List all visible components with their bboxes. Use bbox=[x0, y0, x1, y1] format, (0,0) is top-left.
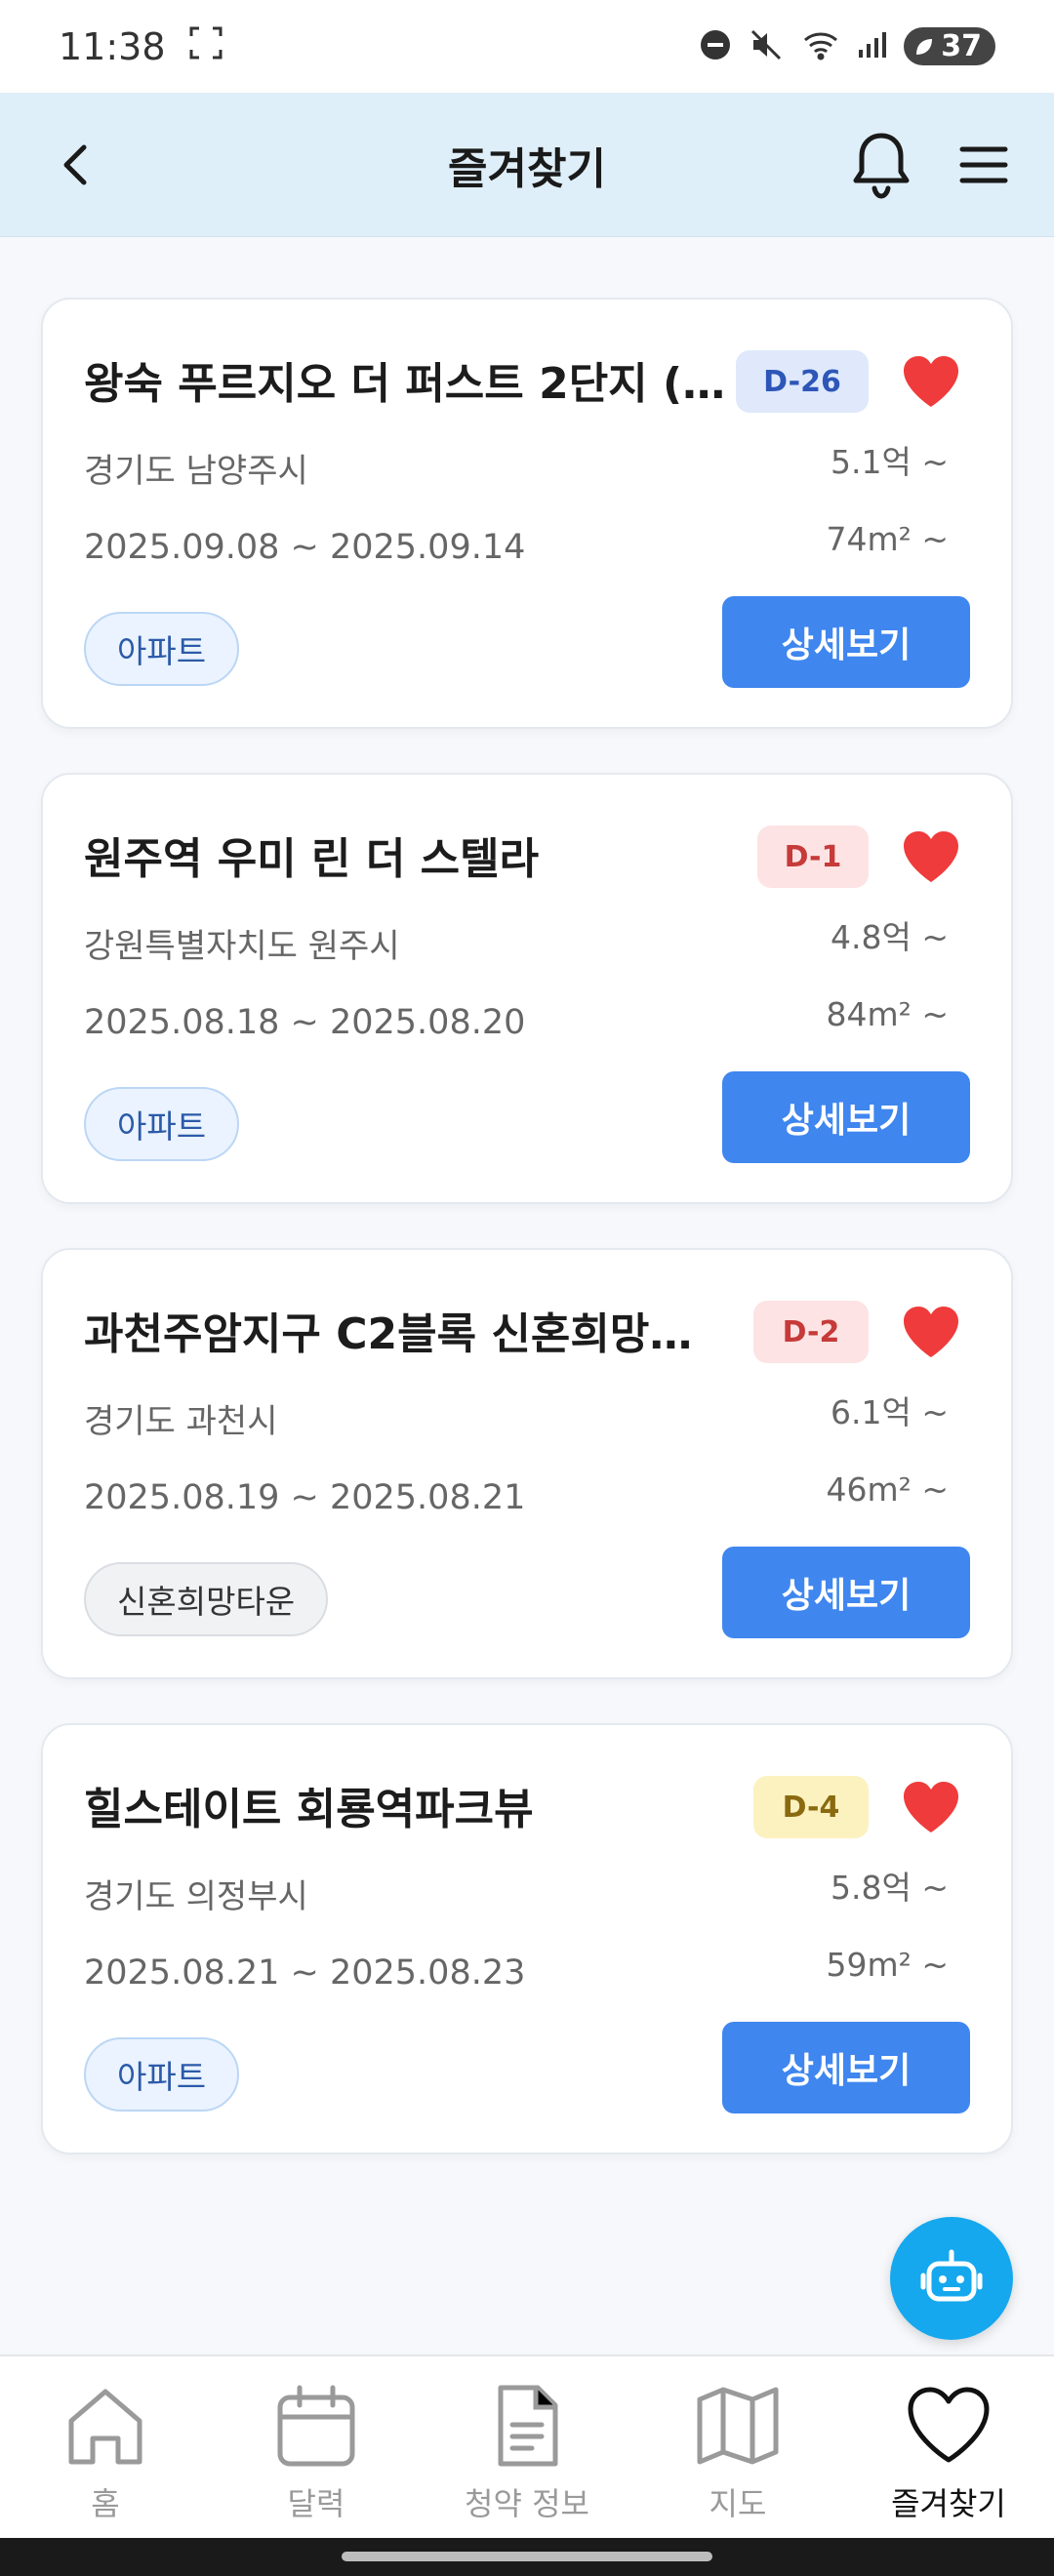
type-tag: 신혼희망타운 bbox=[84, 1562, 329, 1636]
favorite-heart-button[interactable] bbox=[900, 1778, 962, 1836]
app-header: 즐겨찾기 bbox=[0, 93, 1054, 237]
menu-button[interactable] bbox=[954, 136, 1013, 194]
favorite-heart-button[interactable] bbox=[900, 1303, 962, 1361]
screenshot-frame-icon bbox=[189, 25, 223, 68]
period-text: 2025.08.18 ~ 2025.08.20 bbox=[84, 1003, 526, 1042]
back-button[interactable] bbox=[49, 136, 107, 194]
document-icon bbox=[498, 2385, 558, 2467]
status-time: 11:38 bbox=[59, 24, 166, 68]
nav-label: 홈 bbox=[91, 2485, 120, 2522]
detail-button[interactable]: 상세보기 bbox=[722, 1071, 970, 1163]
region-text: 경기도 남양주시 bbox=[84, 452, 308, 491]
region-text: 경기도 의정부시 bbox=[84, 1877, 308, 1916]
card-title: 원주역 우미 린 더 스텔라 bbox=[84, 834, 540, 884]
home-icon bbox=[68, 2389, 142, 2465]
battery-level: 37 bbox=[941, 29, 982, 63]
calendar-icon bbox=[277, 2385, 355, 2467]
bottom-navigation: 홈 달력 청약 정보 지도 즐겨찾기 bbox=[0, 2355, 1054, 2538]
region-text: 강원특별자치도 원주시 bbox=[84, 927, 400, 966]
heart-filled-icon bbox=[904, 356, 958, 407]
dnd-icon bbox=[699, 28, 732, 65]
favorite-card: 과천주암지구 C2블록 신혼희망타운 D-2 경기도 과천시 6.1억 ~ 20… bbox=[41, 1248, 1013, 1679]
nav-subscription-info[interactable]: 청약 정보 bbox=[422, 2356, 632, 2538]
wifi-icon bbox=[802, 29, 839, 64]
dday-badge: D-2 bbox=[753, 1301, 869, 1363]
nav-label: 달력 bbox=[287, 2485, 345, 2522]
price-text: 4.8억 ~ bbox=[831, 918, 949, 956]
detail-button[interactable]: 상세보기 bbox=[722, 596, 970, 688]
period-text: 2025.08.21 ~ 2025.08.23 bbox=[84, 1953, 526, 1992]
chatbot-button[interactable] bbox=[890, 2217, 1013, 2340]
region-text: 경기도 과천시 bbox=[84, 1402, 278, 1441]
home-gesture-handle[interactable] bbox=[342, 2552, 712, 2561]
signal-icon bbox=[857, 30, 887, 63]
card-title: 왕숙 푸르지오 더 퍼스트 2단지 (3-4... bbox=[84, 359, 728, 409]
nav-home[interactable]: 홈 bbox=[0, 2356, 211, 2538]
favorite-heart-button[interactable] bbox=[900, 352, 962, 411]
map-icon bbox=[697, 2387, 779, 2465]
card-title: 과천주암지구 C2블록 신혼희망타운 bbox=[84, 1309, 728, 1359]
price-text: 5.8억 ~ bbox=[831, 1869, 949, 1907]
hamburger-menu-icon bbox=[959, 146, 1008, 183]
nav-map[interactable]: 지도 bbox=[632, 2356, 843, 2538]
nav-label: 청약 정보 bbox=[465, 2485, 589, 2522]
favorite-heart-button[interactable] bbox=[900, 827, 962, 886]
price-text: 6.1억 ~ bbox=[831, 1393, 949, 1431]
heart-filled-icon bbox=[904, 831, 958, 882]
favorite-card: 원주역 우미 린 더 스텔라 D-1 강원특별자치도 원주시 4.8억 ~ 20… bbox=[41, 773, 1013, 1204]
leaf-icon bbox=[916, 38, 933, 55]
detail-button[interactable]: 상세보기 bbox=[722, 2022, 970, 2113]
mute-icon bbox=[750, 28, 785, 65]
period-text: 2025.08.19 ~ 2025.08.21 bbox=[84, 1478, 526, 1517]
price-text: 5.1억 ~ bbox=[831, 443, 949, 481]
dday-badge: D-4 bbox=[753, 1776, 869, 1838]
area-text: 74m² ~ bbox=[826, 520, 949, 558]
type-tag: 아파트 bbox=[84, 612, 240, 686]
nav-calendar[interactable]: 달력 bbox=[211, 2356, 422, 2538]
favorite-card: 왕숙 푸르지오 더 퍼스트 2단지 (3-4... D-26 경기도 남양주시 … bbox=[41, 298, 1013, 729]
dday-badge: D-1 bbox=[757, 825, 869, 888]
chevron-left-icon bbox=[63, 144, 87, 185]
area-text: 59m² ~ bbox=[826, 1946, 949, 1984]
detail-button[interactable]: 상세보기 bbox=[722, 1547, 970, 1638]
heart-outline-icon bbox=[908, 2387, 990, 2463]
nav-label: 즐겨찾기 bbox=[891, 2485, 1006, 2522]
card-title: 힐스테이트 회룡역파크뷰 bbox=[84, 1785, 534, 1834]
system-gesture-bar bbox=[0, 2538, 1054, 2576]
heart-filled-icon bbox=[904, 1307, 958, 1357]
nav-label: 지도 bbox=[709, 2485, 767, 2522]
notification-button[interactable] bbox=[847, 128, 915, 202]
nav-favorites[interactable]: 즐겨찾기 bbox=[843, 2356, 1054, 2538]
robot-icon bbox=[920, 2249, 983, 2302]
favorite-card: 힐스테이트 회룡역파크뷰 D-4 경기도 의정부시 5.8억 ~ 2025.08… bbox=[41, 1723, 1013, 2154]
type-tag: 아파트 bbox=[84, 1087, 240, 1161]
dday-badge: D-26 bbox=[736, 350, 869, 413]
period-text: 2025.09.08 ~ 2025.09.14 bbox=[84, 528, 526, 567]
area-text: 84m² ~ bbox=[826, 995, 949, 1033]
battery-indicator: 37 bbox=[904, 27, 995, 65]
heart-filled-icon bbox=[904, 1782, 958, 1832]
bell-icon bbox=[853, 133, 910, 199]
type-tag: 아파트 bbox=[84, 2037, 240, 2112]
area-text: 46m² ~ bbox=[826, 1470, 949, 1509]
status-bar: 11:38 37 bbox=[0, 0, 1054, 93]
